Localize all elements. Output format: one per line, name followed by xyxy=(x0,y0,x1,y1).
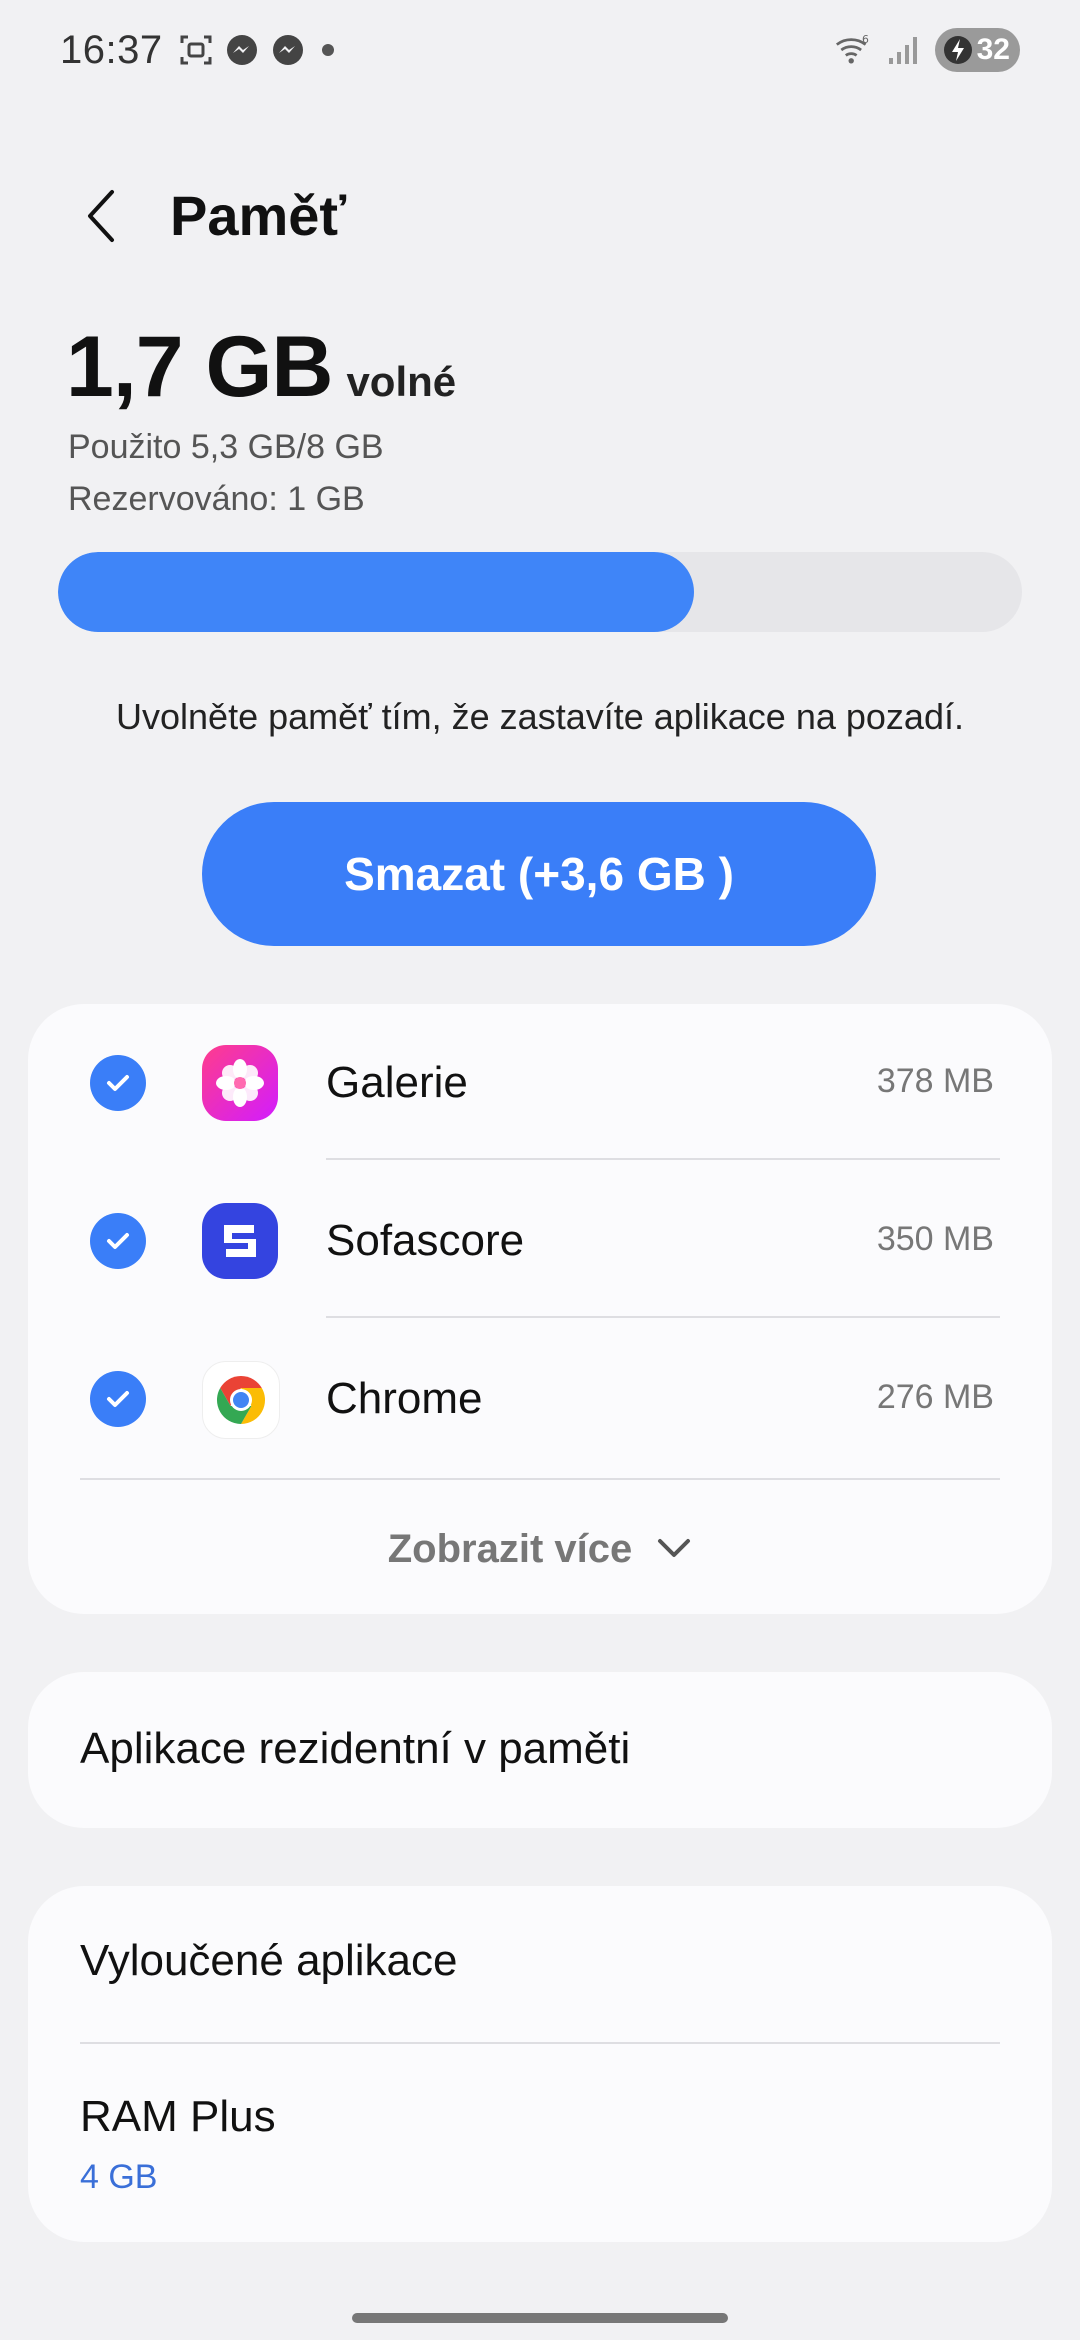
status-bar: 16:37 6 32 xyxy=(0,0,1080,110)
clear-button[interactable]: Smazat (+3,6 GB ) xyxy=(202,802,876,946)
used-memory-text: Použito 5,3 GB/8 GB xyxy=(68,428,384,466)
memory-usage-fill xyxy=(58,552,695,632)
screenshot-icon xyxy=(178,32,214,68)
list-item[interactable]: Chrome 276 MB xyxy=(28,1320,1052,1478)
wifi-icon: 6 xyxy=(835,32,871,68)
app-size: 378 MB xyxy=(876,1062,994,1100)
status-icons-right: 6 32 xyxy=(835,28,1020,72)
resident-apps-card[interactable]: Aplikace rezidentní v paměti xyxy=(28,1672,1052,1828)
excluded-apps-item[interactable]: Vyloučené aplikace xyxy=(28,1886,1052,2046)
show-more-label: Zobrazit více xyxy=(387,1526,633,1571)
battery-indicator: 32 xyxy=(934,28,1020,72)
divider xyxy=(80,2042,1000,2044)
ram-plus-label: RAM Plus xyxy=(80,2092,276,2141)
notification-dot xyxy=(322,44,334,56)
app-size: 350 MB xyxy=(876,1220,994,1258)
free-memory-label: volné xyxy=(346,358,457,405)
background-apps-card: Galerie 378 MB Sofascore 350 MB Chrome 2… xyxy=(28,1004,1052,1614)
app-name: Chrome xyxy=(326,1374,483,1423)
svg-text:6: 6 xyxy=(862,33,869,46)
free-memory: 1,7 GB volné xyxy=(66,318,456,417)
divider xyxy=(80,1478,1000,1480)
back-arrow-icon xyxy=(88,190,114,242)
header: Paměť xyxy=(0,160,1080,260)
ram-plus-value: 4 GB xyxy=(80,2158,158,2196)
memory-usage-bar xyxy=(58,552,1022,632)
app-size: 276 MB xyxy=(876,1378,994,1416)
app-name: Galerie xyxy=(326,1058,468,1107)
checkbox-checked-icon[interactable] xyxy=(90,1371,146,1427)
show-more-button[interactable]: Zobrazit více xyxy=(28,1504,1052,1594)
excluded-apps-label: Vyloučené aplikace xyxy=(80,1936,458,1985)
chevron-down-icon xyxy=(658,1539,691,1557)
sofascore-icon xyxy=(202,1203,278,1279)
hint-text: Uvolněte paměť tím, že zastavíte aplikac… xyxy=(116,696,964,737)
checkbox-checked-icon[interactable] xyxy=(90,1055,146,1111)
battery-charging-icon xyxy=(943,36,972,64)
gallery-icon xyxy=(202,1045,278,1121)
battery-level: 32 xyxy=(976,33,1010,66)
status-time: 16:37 xyxy=(60,28,163,72)
list-item[interactable]: Sofascore 350 MB xyxy=(28,1162,1052,1320)
settings-card: Vyloučené aplikace RAM Plus 4 GB xyxy=(28,1886,1052,2242)
list-item[interactable]: Galerie 378 MB xyxy=(28,1004,1052,1162)
ram-plus-item[interactable]: RAM Plus 4 GB xyxy=(28,2046,1052,2242)
divider xyxy=(326,1158,1000,1160)
divider xyxy=(326,1316,1000,1318)
reserved-memory-text: Rezervováno: 1 GB xyxy=(68,480,365,518)
messenger-icon xyxy=(224,32,260,68)
page-title: Paměť xyxy=(170,184,347,247)
chrome-icon xyxy=(202,1361,280,1439)
status-icons-left xyxy=(178,32,334,68)
signal-icon xyxy=(885,32,921,68)
navigation-handle[interactable] xyxy=(352,2313,728,2323)
back-button[interactable] xyxy=(66,180,138,252)
resident-apps-label: Aplikace rezidentní v paměti xyxy=(80,1724,631,1773)
checkbox-checked-icon[interactable] xyxy=(90,1213,146,1269)
messenger-icon xyxy=(270,32,306,68)
app-name: Sofascore xyxy=(326,1216,525,1265)
free-memory-value: 1,7 GB xyxy=(66,319,333,415)
